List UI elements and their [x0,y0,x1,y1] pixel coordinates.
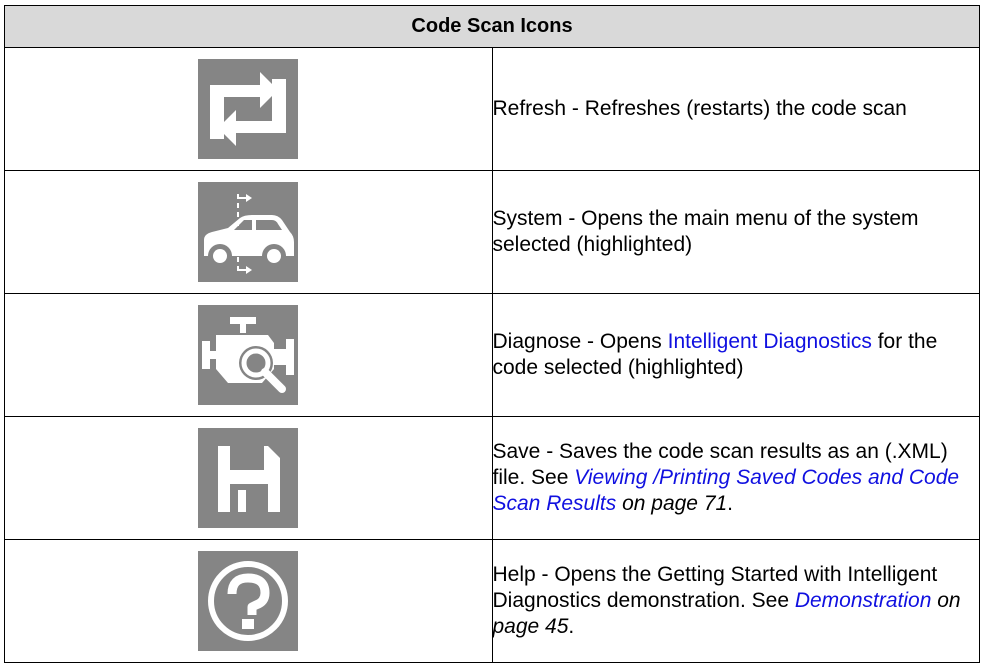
help-text-end: . [568,615,575,638]
icon-cell [4,293,493,417]
diagnose-text-start: Diagnose - Opens [492,330,668,353]
system-description: System - Opens the main menu of the syst… [491,170,980,294]
demonstration-link[interactable]: Demonstration [795,589,932,612]
table-header-row: Code Scan Icons [4,5,980,48]
refresh-description: Refresh - Refreshes (restarts) the code … [491,47,980,171]
icon-cell [4,47,493,171]
table-row: Save - Saves the code scan results as an… [4,416,980,540]
engine-search-icon [198,305,299,405]
icon-cell [4,539,493,663]
save-page-ref: on page 71 [616,492,728,515]
save-icon [198,428,299,528]
table-title: Code Scan Icons [4,5,980,48]
diagnose-description: Diagnose - Opens Intelligent Diagnostics… [491,293,980,417]
table-row: Diagnose - Opens Intelligent Diagnostics… [4,293,980,417]
refresh-icon [198,59,299,159]
table-row: Help - Opens the Getting Started with In… [4,539,980,663]
help-description: Help - Opens the Getting Started with In… [491,539,980,663]
save-description: Save - Saves the code scan results as an… [491,416,980,540]
icon-cell [4,416,493,540]
car-system-icon [198,182,299,282]
code-scan-icons-table: Code Scan Icons Refresh - Refreshes (res… [4,5,980,663]
help-icon [198,551,299,651]
icon-cell [4,170,493,294]
intelligent-diagnostics-link[interactable]: Intelligent Diagnostics [668,330,872,353]
table-row: System - Opens the main menu of the syst… [4,170,980,294]
save-text-end: . [727,492,734,515]
table-row: Refresh - Refreshes (restarts) the code … [4,47,980,171]
